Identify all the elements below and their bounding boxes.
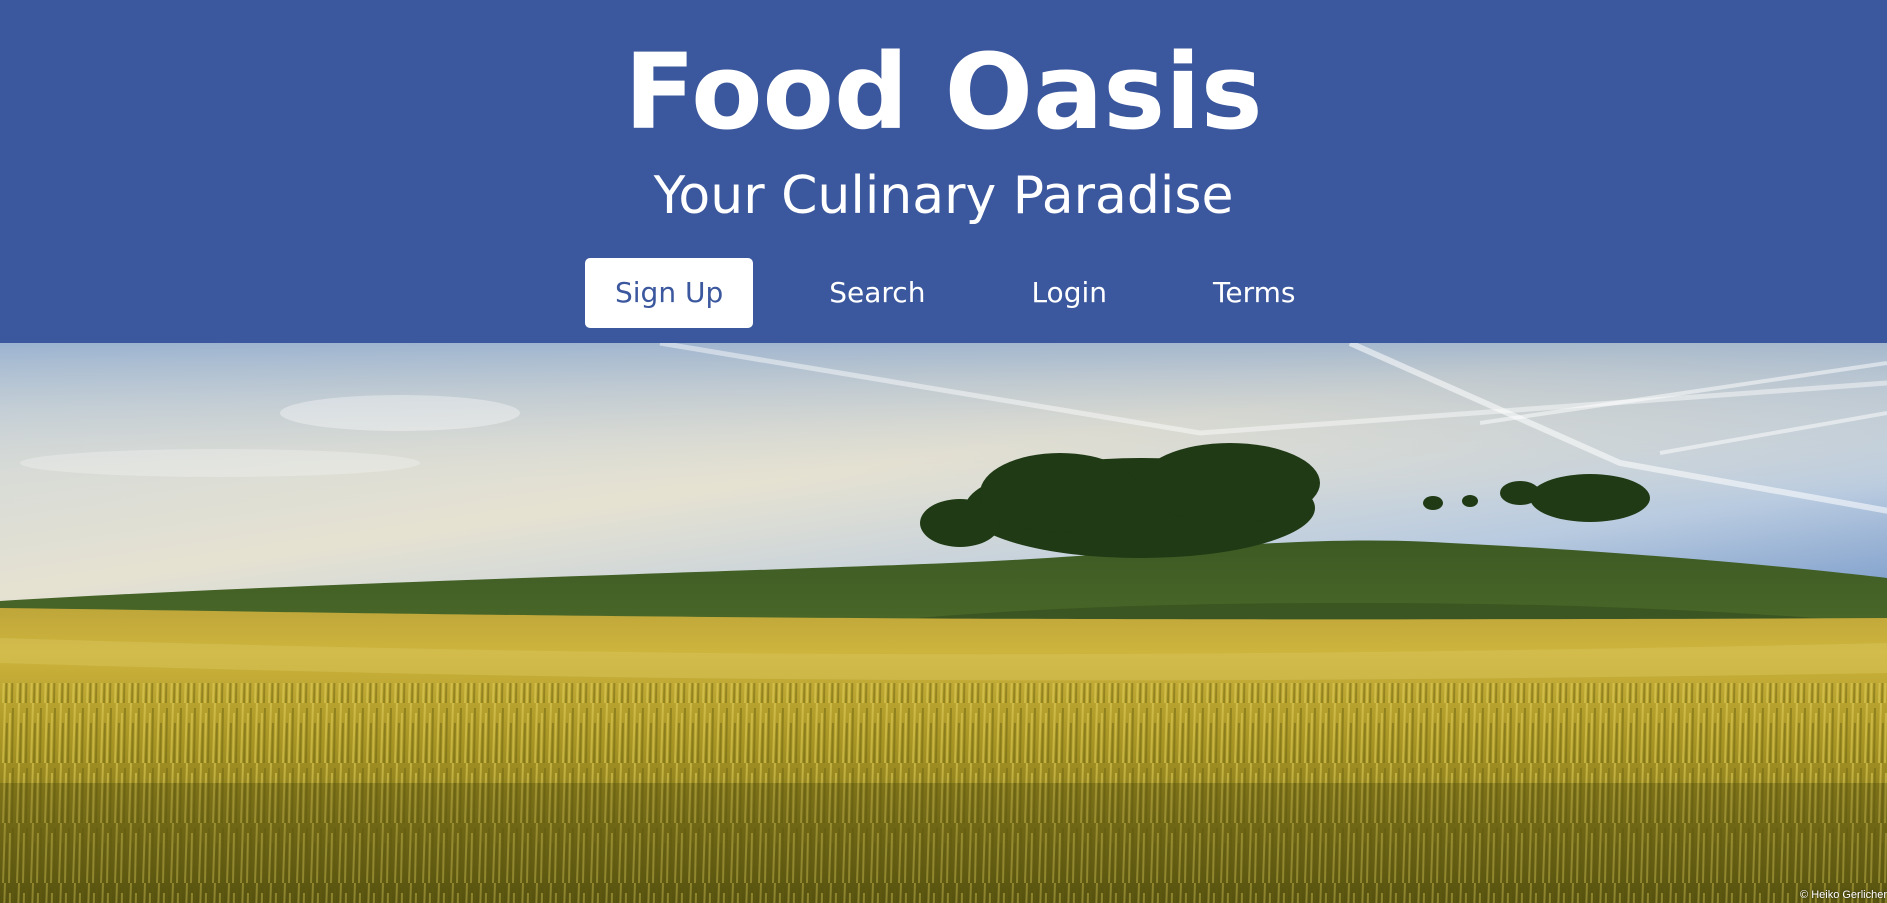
nav-search-link[interactable]: Search bbox=[799, 258, 955, 328]
wheat-field-landscape-image bbox=[0, 343, 1887, 903]
main-nav: Sign Up Search Login Terms bbox=[585, 258, 1371, 328]
nav-login-link[interactable]: Login bbox=[1001, 258, 1137, 328]
hero-banner: © Heiko Gerlicher bbox=[0, 343, 1887, 903]
site-title: Food Oasis bbox=[624, 31, 1263, 153]
nav-terms-link[interactable]: Terms bbox=[1183, 258, 1325, 328]
site-header: Food Oasis Your Culinary Paradise Sign U… bbox=[0, 0, 1887, 343]
site-tagline: Your Culinary Paradise bbox=[653, 166, 1234, 226]
photo-credit: © Heiko Gerlicher bbox=[1800, 889, 1887, 901]
nav-sign-up-button[interactable]: Sign Up bbox=[585, 258, 754, 328]
